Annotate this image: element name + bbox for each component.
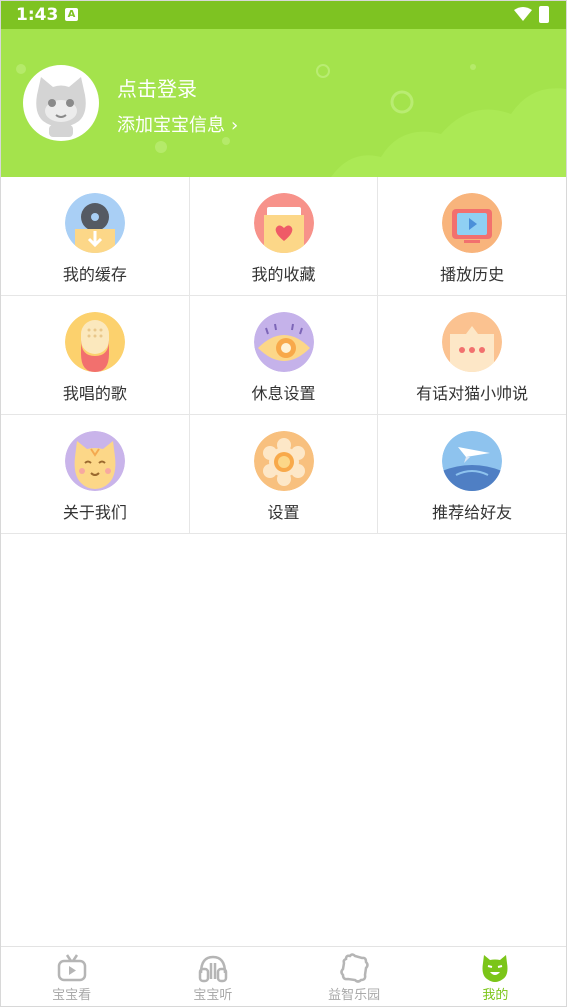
menu-item-favorites[interactable]: 我的收藏 — [190, 177, 379, 295]
puzzle-icon — [340, 953, 369, 983]
tab-watch[interactable]: 宝宝看 — [1, 947, 142, 1006]
menu-item-about[interactable]: 关于我们 — [1, 415, 190, 533]
wifi-icon — [514, 7, 532, 21]
status-time: 1:43 — [16, 5, 59, 25]
menu-item-label: 我唱的歌 — [62, 384, 127, 403]
tv-history-icon — [442, 193, 503, 253]
menu-item-label: 播放历史 — [440, 265, 505, 284]
profile-header: 点击登录 添加宝宝信息 › — [1, 29, 566, 177]
tab-label: 宝宝听 — [193, 988, 233, 1003]
tab-puzzle[interactable]: 益智乐园 — [284, 947, 425, 1006]
menu-item-label: 推荐给好友 — [432, 503, 513, 522]
favorite-heart-icon — [253, 193, 314, 253]
menu-item-rest-settings[interactable]: 休息设置 — [190, 296, 379, 414]
paper-plane-icon — [442, 431, 503, 491]
battery-icon — [539, 6, 549, 23]
menu-item-cache[interactable]: 我的缓存 — [1, 177, 190, 295]
login-title[interactable]: 点击登录 — [117, 73, 197, 102]
tab-label: 宝宝看 — [52, 988, 92, 1003]
bottom-tab-bar: 宝宝看 宝宝听 益智乐园 我的 — [1, 946, 566, 1006]
cat-face-icon — [64, 431, 125, 491]
menu-item-share[interactable]: 推荐给好友 — [378, 415, 566, 533]
avatar-cat-icon — [24, 66, 98, 140]
menu-item-history[interactable]: 播放历史 — [378, 177, 566, 295]
menu-item-my-songs[interactable]: 我唱的歌 — [1, 296, 190, 414]
menu-item-label: 休息设置 — [251, 384, 316, 403]
menu-row: 关于我们 设置 推荐给好友 — [1, 415, 566, 534]
menu-row: 我唱的歌 休息设置 有话对猫小帅说 — [1, 296, 566, 415]
tab-label: 我的 — [482, 988, 509, 1003]
avatar[interactable] — [23, 65, 99, 141]
add-baby-info-link[interactable]: 添加宝宝信息 › — [117, 111, 238, 137]
chevron-right-icon: › — [231, 115, 239, 136]
settings-flower-icon — [253, 431, 314, 491]
tab-label: 益智乐园 — [328, 988, 381, 1003]
menu-item-label: 我的收藏 — [251, 265, 316, 284]
menu-item-settings[interactable]: 设置 — [190, 415, 379, 533]
menu-item-label: 我的缓存 — [62, 265, 127, 284]
download-icon — [64, 193, 125, 253]
tv-icon — [57, 954, 86, 982]
menu-grid: 我的缓存 我的收藏 播放历史 我唱的歌 休息设置 有话对猫小帅说 关于我们 设置… — [1, 177, 566, 534]
menu-item-label: 设置 — [267, 503, 300, 522]
add-baby-info-label: 添加宝宝信息 — [117, 115, 225, 136]
menu-item-label: 有话对猫小帅说 — [416, 384, 529, 403]
microphone-icon — [64, 312, 125, 372]
tab-mine[interactable]: 我的 — [425, 947, 566, 1006]
menu-row: 我的缓存 我的收藏 播放历史 — [1, 177, 566, 296]
eye-rest-icon — [253, 312, 314, 372]
tab-listen[interactable]: 宝宝听 — [142, 947, 283, 1006]
menu-item-label: 关于我们 — [62, 503, 127, 522]
status-bar: 1:43 A — [1, 1, 566, 29]
cat-profile-icon — [482, 955, 508, 982]
menu-item-feedback[interactable]: 有话对猫小帅说 — [378, 296, 566, 414]
headphones-icon — [198, 955, 228, 983]
chat-bubble-icon — [442, 312, 503, 372]
app-frame: 1:43 A 点击登录 添加宝宝信息 › 我的缓存 我的收藏 播放历史 我唱的歌… — [0, 0, 567, 1007]
notification-icon: A — [65, 8, 78, 21]
